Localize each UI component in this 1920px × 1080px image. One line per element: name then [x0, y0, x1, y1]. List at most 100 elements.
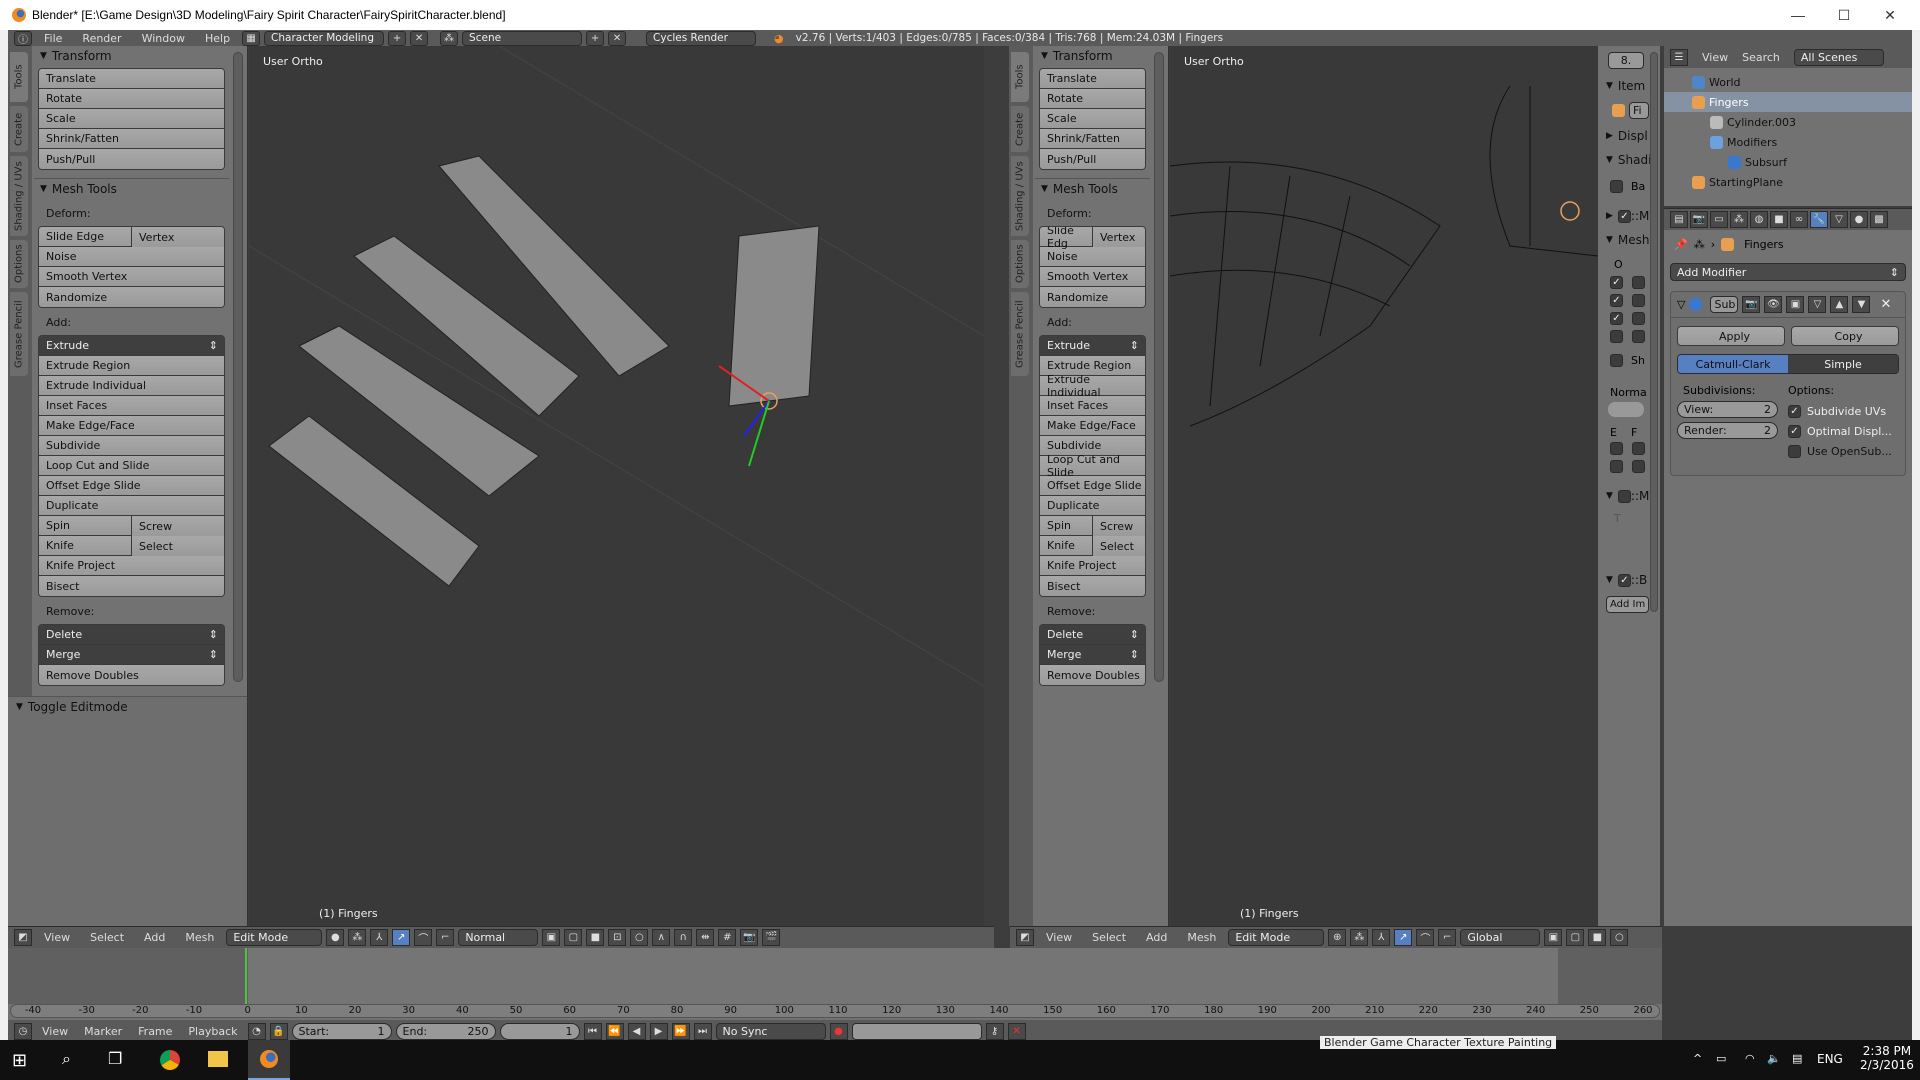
extrude-select[interactable]: Extrude ⇕ [1040, 336, 1145, 356]
viewport-toggle-icon[interactable]: 👁 [1764, 296, 1783, 313]
shading-panel-header[interactable]: ▼ Shadi [1598, 150, 1651, 170]
tab-tools[interactable]: Tools [10, 52, 28, 102]
select-menu[interactable]: Select [82, 931, 132, 944]
n-panel-scrollbar[interactable] [1650, 52, 1658, 612]
copy-button[interactable]: Copy [1791, 326, 1899, 346]
current-frame-field[interactable]: 1 [499, 1022, 580, 1040]
keying-set-field[interactable] [851, 1022, 982, 1040]
play-reverse-icon[interactable]: ◀ [627, 1022, 646, 1040]
delete-select[interactable]: Delete ⇕ [1040, 625, 1145, 645]
viewport-left[interactable]: User Ortho (1) Fingers [249, 46, 984, 926]
noise-button[interactable]: Noise [1040, 247, 1145, 267]
inset-faces-button[interactable]: Inset Faces [1040, 396, 1145, 416]
spin-button[interactable]: Spin [1040, 516, 1093, 536]
knife-select-button[interactable]: Select [132, 536, 224, 556]
outliner-display-mode-select[interactable]: All Scenes [1793, 48, 1884, 66]
properties-editor-type-icon[interactable]: ▤ [1670, 211, 1688, 228]
proportional-edit-icon[interactable]: ○ [1610, 929, 1629, 946]
transform-panel-header[interactable]: ▼ Transform [32, 46, 231, 66]
display-panel-header[interactable]: ▶ Displ [1598, 126, 1648, 146]
normals-toggle[interactable] [1608, 402, 1644, 417]
edge-select-icon[interactable]: ▢ [564, 929, 583, 946]
pin-icon[interactable]: 📌 [1674, 238, 1688, 251]
close-button[interactable]: ✕ [1867, 0, 1913, 30]
modifiers-tab-icon[interactable]: 🔧 [1810, 211, 1828, 228]
tab-tools[interactable]: Tools [1011, 52, 1029, 102]
render-tab-icon[interactable]: 📷 [1690, 211, 1708, 228]
bisect-button[interactable]: Bisect [1040, 576, 1145, 596]
loop-cut-slide-button[interactable]: Loop Cut and Slide [1040, 453, 1145, 479]
remove-scene-icon[interactable]: ✕ [608, 30, 627, 46]
delete-keyframe-icon[interactable]: ✕ [1007, 1022, 1026, 1040]
mesh-menu[interactable]: Mesh [1179, 931, 1224, 944]
info-editor-type-icon[interactable]: ⓘ [14, 30, 32, 46]
face-info-checkbox[interactable] [1632, 460, 1645, 473]
duplicate-button[interactable]: Duplicate [39, 496, 224, 516]
collapse-triangle-icon[interactable]: ▽ [1677, 298, 1685, 311]
select-menu[interactable]: Select [1084, 931, 1134, 944]
render-levels-field[interactable]: Render: 2 [1677, 422, 1778, 439]
scale-button[interactable]: Scale [39, 109, 224, 129]
knife-button[interactable]: Knife [39, 536, 132, 556]
shrink-fatten-button[interactable]: Shrink/Fatten [1040, 129, 1145, 149]
manipulator-icon[interactable]: ⅄ [1372, 929, 1391, 946]
outliner-item[interactable]: Fingers [1664, 92, 1912, 112]
push-pull-button[interactable]: Push/Pull [39, 149, 224, 169]
merge-select[interactable]: Merge ⇕ [1040, 645, 1145, 665]
toggle-editmode-header[interactable]: ▼ Toggle Editmode [8, 697, 247, 717]
face-select-icon[interactable]: ■ [586, 929, 605, 946]
layout-selector[interactable]: Character Modeling [264, 30, 385, 46]
task-view-icon[interactable]: ❐ [108, 1049, 122, 1068]
delete-select[interactable]: Delete ⇕ [39, 625, 224, 645]
optimal-display-checkbox[interactable]: ✓ [1787, 424, 1801, 438]
rotate-button[interactable]: Rotate [1040, 89, 1145, 109]
tab-create[interactable]: Create [10, 106, 28, 152]
outliner-item[interactable]: StartingPlane [1664, 172, 1912, 192]
overlay-checkbox[interactable] [1632, 276, 1645, 289]
remove-modifier-icon[interactable]: ✕ [1880, 297, 1891, 312]
subdivide-button[interactable]: Subdivide [39, 436, 224, 456]
transform-panel-header[interactable]: ▼ Transform [1033, 46, 1152, 66]
backface-checkbox[interactable] [1610, 180, 1623, 193]
add-layout-icon[interactable]: + [388, 30, 407, 46]
mesh-tools-panel-header[interactable]: ▼ Mesh Tools [32, 179, 231, 199]
menu-help[interactable]: Help [197, 32, 238, 45]
render-engine-select[interactable]: Cycles Render [646, 30, 757, 46]
offset-edge-slide-button[interactable]: Offset Edge Slide [1040, 476, 1145, 496]
outliner-editor-type-icon[interactable]: ☰ [1670, 48, 1688, 66]
outliner-item[interactable]: World [1664, 72, 1912, 92]
screw-button[interactable]: Screw [132, 516, 224, 536]
loop-cut-slide-button[interactable]: Loop Cut and Slide [39, 456, 224, 476]
tab-options[interactable]: Options [10, 240, 28, 288]
randomize-button[interactable]: Randomize [39, 287, 224, 307]
start-frame-field[interactable]: Start: 1 [291, 1022, 392, 1040]
texture-tab-icon[interactable]: ▩ [1870, 211, 1888, 228]
spin-button[interactable]: Spin [39, 516, 132, 536]
battery-icon[interactable]: ▭ [1716, 1052, 1726, 1065]
overlay-checkbox[interactable] [1632, 294, 1645, 307]
render-toggle-icon[interactable]: 📷 [1742, 296, 1761, 313]
pivot-point-icon[interactable]: ⁂ [348, 929, 367, 946]
render-opengl-icon[interactable]: 📷 [740, 929, 759, 946]
cage-toggle-icon[interactable]: ▽ [1808, 296, 1827, 313]
add-image-button[interactable]: Add Im [1606, 596, 1650, 613]
data-tab-icon[interactable]: ▽ [1830, 211, 1848, 228]
remove-doubles-button[interactable]: Remove Doubles [39, 665, 224, 685]
file-explorer-icon[interactable] [208, 1051, 228, 1067]
knife-project-button[interactable]: Knife Project [39, 556, 224, 576]
viewport-right[interactable]: User Ortho (1) Fingers [1170, 46, 1598, 926]
proportional-edit-icon[interactable]: ○ [630, 929, 649, 946]
background-images-panel-header[interactable]: ▼ ✓::B [1598, 570, 1647, 590]
measure-panel-header[interactable]: ▼::M [1598, 486, 1649, 506]
n-panel-number-field[interactable]: 8. [1608, 52, 1644, 69]
editmode-toggle-icon[interactable]: ▣ [1786, 296, 1805, 313]
insert-keyframe-icon[interactable]: ⚷ [985, 1022, 1004, 1040]
edge-info-checkbox[interactable] [1610, 442, 1623, 455]
transform-orientation-select[interactable]: Global [1460, 929, 1541, 946]
clock[interactable]: 2:38 PM 2/3/2016 [1860, 1044, 1914, 1072]
face-select-icon[interactable]: ■ [1588, 929, 1607, 946]
chrome-icon[interactable] [160, 1050, 180, 1070]
tab-grease-pencil[interactable]: Grease Pencil [10, 292, 28, 376]
knife-select-button[interactable]: Select [1093, 536, 1145, 556]
menu-file[interactable]: File [36, 32, 70, 45]
